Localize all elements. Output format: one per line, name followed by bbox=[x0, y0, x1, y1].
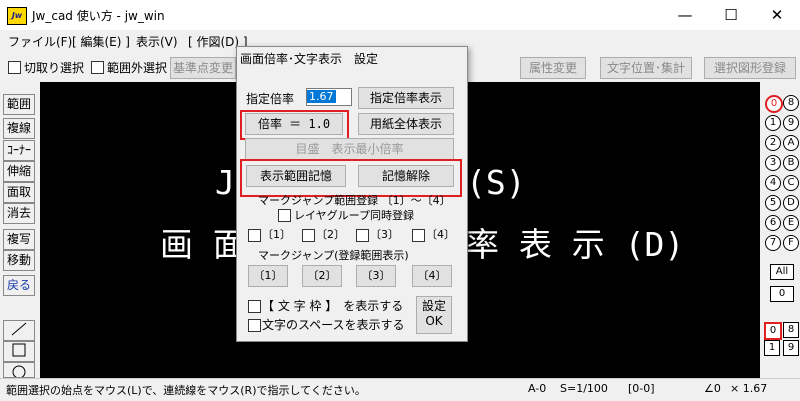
menu-view[interactable]: 表示(V) bbox=[136, 33, 178, 50]
layer-a-button[interactable]: A bbox=[783, 135, 799, 151]
ok-line1: 設定 bbox=[421, 299, 446, 313]
mark-register-label: マークジャンプ範囲登録 〔1〕〜〔4〕 bbox=[258, 194, 451, 207]
status-layer: A-0 bbox=[528, 382, 547, 395]
mark-1-label: 〔1〕 bbox=[262, 228, 291, 241]
mark-2-label: 〔2〕 bbox=[316, 228, 345, 241]
layer-all-button[interactable]: All bbox=[770, 264, 794, 280]
tool-erase[interactable]: 消去 bbox=[3, 203, 35, 224]
menu-file[interactable]: ファイル(F) bbox=[8, 33, 72, 50]
mark-2-checkbox[interactable] bbox=[302, 229, 315, 242]
tool-undo[interactable]: 戻る bbox=[3, 275, 35, 296]
menu-edit[interactable]: [ 編集(E) ] bbox=[72, 33, 130, 50]
attribute-change-button[interactable]: 属性変更 bbox=[520, 57, 586, 79]
layer-1-button[interactable]: 1 bbox=[765, 115, 781, 131]
layer-e-button[interactable]: E bbox=[783, 215, 799, 231]
mark-jump-label: マークジャンプ(登録範囲表示) bbox=[258, 249, 409, 262]
mark-jump-4-button[interactable]: 〔4〕 bbox=[412, 265, 452, 287]
ratio-label: 指定倍率 bbox=[246, 92, 295, 106]
text-frame-checkbox[interactable] bbox=[248, 300, 261, 313]
text-position-button[interactable]: 文字位置･集計 bbox=[600, 57, 692, 79]
mark-4-label: 〔4〕 bbox=[426, 228, 455, 241]
magnify-1-button[interactable]: 倍率 ＝ 1.0 bbox=[245, 113, 343, 135]
line-icon bbox=[11, 322, 27, 336]
cut-select-checkbox[interactable] bbox=[8, 61, 21, 74]
minimize-button[interactable]: — bbox=[662, 0, 708, 30]
tool-line[interactable] bbox=[3, 320, 35, 341]
dialog-title: 画面倍率･文字表示 設定 bbox=[240, 52, 379, 66]
layer-b-button[interactable]: B bbox=[783, 155, 799, 171]
layer-group-label: レイヤグループ同時登録 bbox=[294, 209, 415, 222]
remember-range-button[interactable]: 表示範囲記憶 bbox=[246, 165, 346, 187]
scale-min-button[interactable]: 目盛 表示最小倍率 bbox=[245, 138, 454, 160]
out-of-range-checkbox[interactable] bbox=[91, 61, 104, 74]
tool-corner[interactable]: ｺｰﾅｰ bbox=[3, 140, 35, 161]
layer-group-checkbox[interactable] bbox=[278, 209, 291, 222]
group-8-button[interactable]: 8 bbox=[783, 322, 799, 338]
layer-zero-button[interactable]: 0 bbox=[770, 286, 794, 302]
mark-jump-3-button[interactable]: 〔3〕 bbox=[356, 265, 396, 287]
mark-1-checkbox[interactable] bbox=[248, 229, 261, 242]
mark-jump-1-button[interactable]: 〔1〕 bbox=[248, 265, 288, 287]
status-group: [0-0] bbox=[628, 382, 655, 395]
layer-2-button[interactable]: 2 bbox=[765, 135, 781, 151]
mark-3-checkbox[interactable] bbox=[356, 229, 369, 242]
mark-3-label: 〔3〕 bbox=[370, 228, 399, 241]
layer-9-button[interactable]: 9 bbox=[783, 115, 799, 131]
layer-7-button[interactable]: 7 bbox=[765, 235, 781, 251]
ratio-input-value: 1.67 bbox=[307, 90, 336, 103]
canvas-text-s: (S) bbox=[466, 163, 526, 202]
rectangle-icon bbox=[12, 343, 26, 357]
close-button[interactable]: ✕ bbox=[754, 0, 800, 30]
tool-range[interactable]: 範囲 bbox=[3, 94, 35, 115]
selection-register-button[interactable]: 選択図形登録 bbox=[704, 57, 796, 79]
clear-memory-button[interactable]: 記憶解除 bbox=[358, 165, 454, 187]
layer-c-button[interactable]: C bbox=[783, 175, 799, 191]
cut-select-label: 切取り選択 bbox=[24, 61, 85, 75]
paper-full-button[interactable]: 用紙全体表示 bbox=[358, 113, 454, 135]
layer-f-button[interactable]: F bbox=[783, 235, 799, 251]
status-message: 範囲選択の始点をマウス(L)で、連続線をマウス(R)で指示してください。 bbox=[6, 384, 366, 397]
layer-6-button[interactable]: 6 bbox=[765, 215, 781, 231]
out-of-range-label: 範囲外選択 bbox=[107, 61, 168, 75]
group-1-button[interactable]: 1 bbox=[764, 340, 780, 356]
text-space-label: 文字のスペースを表示する bbox=[262, 318, 405, 332]
text-frame-label: 【 文 字 枠 】 を表示する bbox=[262, 299, 404, 313]
group-9-button[interactable]: 9 bbox=[783, 340, 799, 356]
tool-copy[interactable]: 複写 bbox=[3, 229, 35, 250]
canvas-text-screen: 画 面 bbox=[160, 225, 246, 264]
tool-offset[interactable]: 複線 bbox=[3, 118, 35, 139]
canvas-text-j: J bbox=[215, 163, 235, 202]
settings-ok-button[interactable]: 設定 OK bbox=[416, 296, 452, 334]
tool-chamfer[interactable]: 面取 bbox=[3, 182, 35, 203]
group-0-button[interactable]: 0 bbox=[764, 322, 782, 340]
text-space-checkbox[interactable] bbox=[248, 319, 261, 332]
circle-icon bbox=[12, 365, 26, 379]
layer-4-button[interactable]: 4 bbox=[765, 175, 781, 191]
tool-stretch[interactable]: 伸縮 bbox=[3, 161, 35, 182]
layer-3-button[interactable]: 3 bbox=[765, 155, 781, 171]
layer-0-button[interactable]: 0 bbox=[765, 95, 783, 113]
maximize-button[interactable]: ☐ bbox=[708, 0, 754, 30]
window-title: Jw_cad 使い方 - jw_win bbox=[32, 9, 165, 23]
ok-line2: OK bbox=[425, 314, 443, 328]
ratio-input[interactable]: 1.67 bbox=[306, 88, 352, 106]
tool-rectangle[interactable] bbox=[3, 341, 35, 362]
status-zoom: × 1.67 bbox=[730, 382, 768, 395]
mark-4-checkbox[interactable] bbox=[412, 229, 425, 242]
status-angle: ∠0 bbox=[704, 382, 721, 395]
tool-circle[interactable] bbox=[3, 362, 35, 379]
layer-d-button[interactable]: D bbox=[783, 195, 799, 211]
canvas-text-zoom: 率 表 示 (D) bbox=[466, 225, 685, 264]
base-point-change-button[interactable]: 基準点変更 bbox=[170, 57, 236, 79]
mark-jump-2-button[interactable]: 〔2〕 bbox=[302, 265, 342, 287]
jw-app-icon: Jw bbox=[7, 7, 27, 25]
status-scale: S=1/100 bbox=[560, 382, 608, 395]
layer-5-button[interactable]: 5 bbox=[765, 195, 781, 211]
layer-8-button[interactable]: 8 bbox=[783, 95, 799, 111]
tool-move[interactable]: 移動 bbox=[3, 250, 35, 271]
show-ratio-button[interactable]: 指定倍率表示 bbox=[358, 87, 454, 109]
